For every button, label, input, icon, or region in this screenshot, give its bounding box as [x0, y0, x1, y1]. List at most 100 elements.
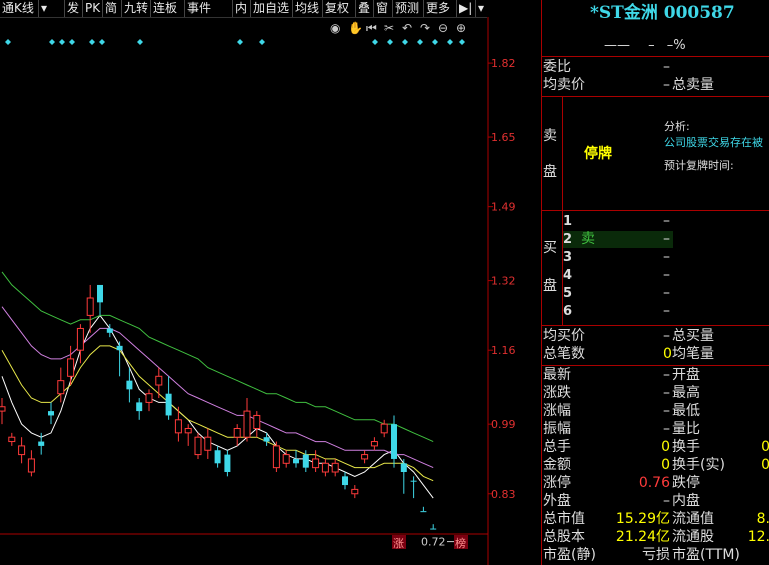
candle-body — [312, 458, 320, 469]
divider — [542, 325, 769, 326]
stat-label-2: 最高 — [672, 385, 700, 401]
stat-label-2: 开盘 — [672, 367, 700, 383]
avg-sell-value: – — [663, 77, 670, 93]
candle-body — [48, 411, 54, 416]
candle-body — [253, 414, 261, 430]
candle-body — [38, 441, 45, 446]
ma-line-3 — [1, 306, 434, 469]
toolbar-item-0[interactable]: 通K线 — [0, 0, 36, 17]
y-tick-label: 0.83 — [491, 488, 516, 501]
event-marker-icon — [59, 39, 65, 45]
y-tick-label: 1.65 — [491, 131, 516, 144]
stat-label: 振幅 — [543, 421, 571, 437]
stat-value: – — [663, 403, 670, 419]
candle-body — [400, 463, 407, 472]
toolbar-item-5[interactable]: 连板 — [150, 0, 179, 17]
candle-body — [233, 428, 241, 438]
candle-body — [272, 445, 280, 469]
low-price-label: 0.72 — [421, 536, 446, 549]
candle-body — [116, 345, 123, 351]
candle-body — [67, 358, 75, 377]
toolbar-item-3[interactable]: 简 — [102, 0, 119, 17]
toolbar-item-13[interactable]: 预测 — [392, 0, 421, 17]
buy-row-6: 6– — [563, 303, 673, 320]
event-marker-icon — [237, 39, 243, 45]
toolbar-item-8[interactable]: 加自选 — [250, 0, 291, 17]
kline-chart-canvas[interactable]: 1.82 1.65 1.49 1.32 1.16 0.99 0.83 ◉ ✋ ⏮ ✂ ↶ ↷ ⊖ ⊕ 0.72… — [0, 17, 540, 565]
buy-level: 3 — [563, 250, 573, 265]
event-marker-icon — [387, 39, 393, 45]
candle-body — [370, 441, 378, 447]
toolbar-item-12[interactable]: 窗 — [373, 0, 390, 17]
divider — [542, 96, 769, 97]
candle-body — [8, 436, 16, 443]
stat-label-2: 量比 — [672, 421, 700, 437]
toolbar-dropdown-icon[interactable]: ▾ — [38, 0, 49, 17]
buy-level: 2 — [563, 232, 573, 247]
zoom-out-icon[interactable]: ⊖ — [438, 21, 448, 35]
scissors-icon[interactable]: ✂ — [384, 21, 394, 35]
eye-icon[interactable]: ◉ — [330, 21, 340, 35]
analysis-label: 分析: — [664, 120, 690, 133]
buy-level: 6 — [563, 304, 573, 319]
toolbar-item-6[interactable]: 事件 — [184, 0, 213, 17]
divider — [542, 210, 769, 211]
buy-side-label-2: 盘 — [543, 278, 557, 294]
candle-body — [430, 528, 437, 530]
candle-body — [145, 393, 153, 403]
event-marker-icon — [49, 39, 55, 45]
stat-value-2: 0 — [761, 439, 769, 455]
zoom-in-icon[interactable]: ⊕ — [456, 21, 466, 35]
toolbar-item-4[interactable]: 九转 — [121, 0, 150, 17]
candle-body — [165, 393, 172, 416]
candle-body — [410, 480, 417, 482]
stat-value: 0 — [661, 439, 670, 455]
stat-label: 总市值 — [543, 511, 585, 527]
stat-value: – — [663, 493, 670, 509]
candle-body — [282, 454, 290, 464]
stat-value: 21.24亿 — [615, 529, 670, 545]
toolbar-item-9[interactable]: 均线 — [292, 0, 321, 17]
price-value: —— — [604, 38, 630, 53]
stat-label-2: 跌停 — [672, 475, 700, 491]
candle-body — [97, 284, 103, 303]
toolbar-item-14[interactable]: 更多 — [423, 0, 452, 17]
candle-body — [224, 454, 231, 472]
play-next-icon[interactable]: ▶| — [456, 0, 474, 17]
candle-body — [184, 428, 192, 434]
stat-label: 外盘 — [543, 493, 571, 509]
candle-body — [57, 380, 65, 395]
candle-body — [18, 445, 26, 456]
stat-value-2: 8. — [756, 511, 769, 527]
kline-chart[interactable]: 1.82 1.65 1.49 1.32 1.16 0.99 0.83 ◉ ✋ ⏮ ✂ ↶ ↷ ⊖ ⊕ 0.72… — [0, 17, 540, 565]
candle-body — [331, 462, 339, 473]
suspend-label: 停牌 — [584, 146, 612, 162]
bang-marker: 榜 — [455, 536, 466, 550]
buy-value: – — [663, 303, 670, 319]
dropdown-icon[interactable]: ▾ — [475, 0, 486, 17]
toolbar-item-1[interactable]: 发 — [64, 0, 81, 17]
candle-body — [361, 454, 369, 460]
stat-label: 市盈(静) — [543, 547, 596, 563]
candle-body — [86, 297, 94, 316]
stat-value: 0 — [661, 457, 670, 473]
avg-buy-value: – — [663, 328, 670, 344]
stat-label: 总手 — [543, 439, 571, 455]
total-trades-label: 总笔数 — [543, 346, 585, 362]
buy-level: 1 — [563, 214, 573, 229]
y-tick-label: 0.99 — [491, 418, 516, 431]
hand-icon[interactable]: ✋ — [348, 21, 363, 35]
toolbar-item-11[interactable]: 叠 — [355, 0, 372, 17]
rewind-icon[interactable]: ⏮ — [366, 21, 377, 35]
toolbar-item-10[interactable]: 复权 — [322, 0, 351, 17]
event-marker-icon — [459, 39, 465, 45]
stat-value: – — [663, 385, 670, 401]
event-marker-icon — [402, 39, 408, 45]
toolbar-item-7[interactable]: 内 — [232, 0, 249, 17]
undo-icon[interactable]: ↶ — [402, 21, 412, 35]
redo-icon[interactable]: ↷ — [420, 21, 430, 35]
buy-row-1: 1– — [563, 213, 673, 230]
candle-body — [302, 454, 309, 468]
toolbar-item-2[interactable]: PK — [82, 0, 102, 17]
stat-value: – — [663, 421, 670, 437]
